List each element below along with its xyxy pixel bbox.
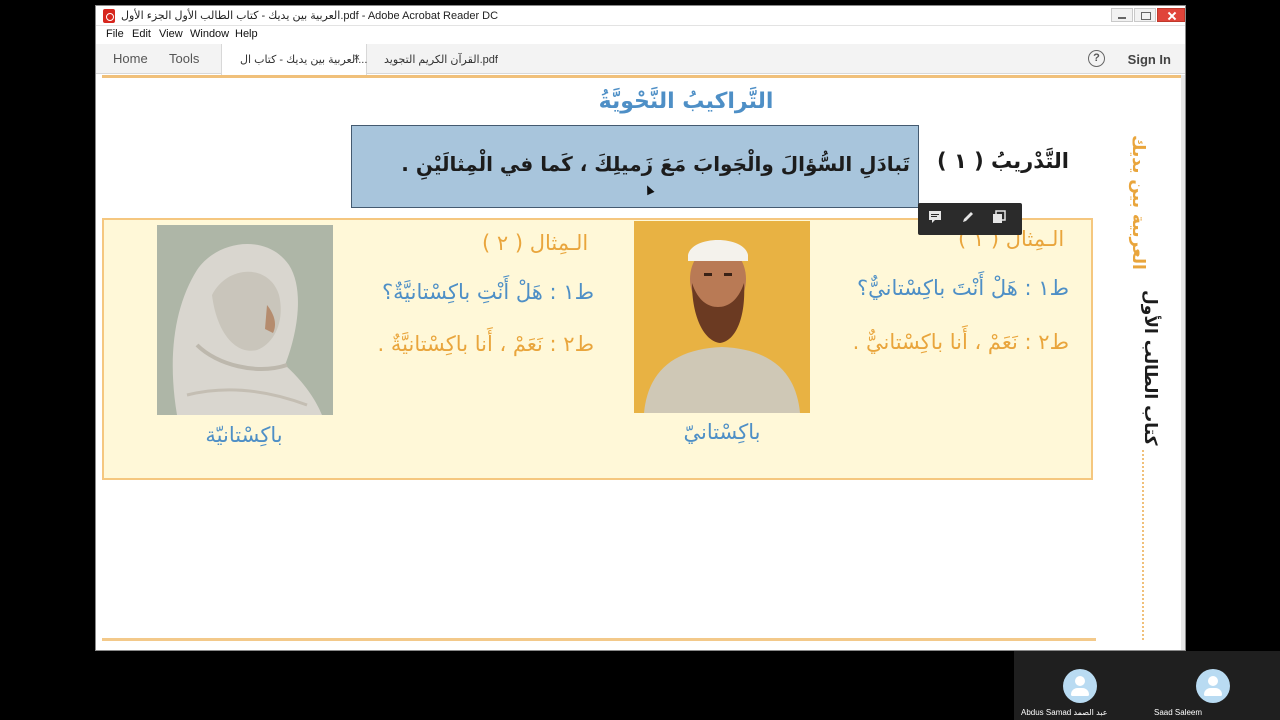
title-bar: العربية بين يديك - كتاب الطالب الأول الج… (96, 6, 1185, 26)
tab-bar: Home Tools العربية بين يديك - كتاب ال...… (96, 44, 1185, 75)
acrobat-icon (103, 9, 115, 23)
example2-question: ط١ : هَلْ أَنْتِ باكِسْتانيَّةٌ؟ (381, 280, 594, 304)
section-heading: التَّراكيبُ النَّحْويَّةُ (598, 89, 774, 114)
menu-file[interactable]: File (106, 28, 124, 40)
participant-tile[interactable]: Saad Saleem (1147, 651, 1280, 720)
acrobat-window: العربية بين يديك - كتاب الطالب الأول الج… (95, 5, 1186, 651)
copy-icon[interactable] (990, 210, 1008, 228)
user-avatar-icon (1196, 669, 1230, 703)
close-tab-icon[interactable]: × (354, 52, 360, 64)
user-avatar-icon (1063, 669, 1097, 703)
page-bottom-border (102, 638, 1096, 641)
menu-help[interactable]: Help (235, 28, 258, 40)
help-icon[interactable]: ? (1088, 50, 1105, 67)
sign-in-button[interactable]: Sign In (1128, 52, 1171, 67)
decorative-dotted-line (1142, 450, 1148, 640)
tab-document-quran[interactable]: القرآن الكريم التجويد.pdf (368, 44, 514, 74)
annotation-toolbar (918, 203, 1022, 235)
menu-view[interactable]: View (159, 28, 183, 40)
meeting-participants-strip: Abdus Samad عبد الصمد Saad Saleem (1014, 651, 1280, 720)
exercise-label: التَّدْريبُ ( ١ ) (937, 149, 1069, 173)
example2-title: الـمِثال ( ٢ ) (482, 231, 589, 255)
menu-window[interactable]: Window (190, 28, 229, 40)
book-title-vertical: العربية بين يديك (1128, 135, 1148, 270)
tab-home[interactable]: Home (113, 51, 148, 66)
participant-name: Saad Saleem (1154, 708, 1203, 717)
participant-tile[interactable]: Abdus Samad عبد الصمد (1014, 651, 1147, 720)
menu-edit[interactable]: Edit (132, 28, 151, 40)
example2-caption: باكِسْتانيّة (205, 423, 283, 447)
maximize-button[interactable] (1134, 8, 1156, 22)
pdf-page: التَّراكيبُ النَّحْويَّةُ التَّدْريبُ ( … (96, 75, 1185, 650)
close-window-button[interactable] (1157, 8, 1185, 22)
tab-tools[interactable]: Tools (169, 51, 199, 66)
page-top-border (102, 75, 1181, 78)
tab-document-label: العربية بين يديك - كتاب ال... (240, 54, 368, 66)
menu-bar: File Edit View Window Help (96, 26, 1185, 44)
woman-photo (157, 225, 333, 415)
man-photo (634, 221, 810, 413)
example2-answer: ط٢ : نَعَمْ ، أَنا باكِسْتانيَّةٌ . (377, 332, 594, 356)
tab-document-label: القرآن الكريم التجويد.pdf (384, 54, 498, 66)
example1-answer: ط٢ : نَعَمْ ، أَنا باكِسْتانيٌّ . (852, 330, 1069, 354)
example1-caption: باكِسْتانيّ (683, 420, 761, 444)
vertical-scrollbar[interactable] (1181, 75, 1185, 650)
example1-question: ط١ : هَلْ أَنْتَ باكِسْتانيٌّ؟ (857, 276, 1069, 300)
highlighted-instruction[interactable]: تَبادَلِ السُّؤالَ والْجَوابَ مَعَ زَميل… (351, 125, 919, 208)
pen-icon[interactable] (959, 210, 977, 228)
book-subtitle-vertical: كتاب الطالب الأول (1140, 290, 1160, 446)
comment-icon[interactable] (926, 210, 944, 228)
tab-document-arabic-book[interactable]: العربية بين يديك - كتاب ال... × (221, 44, 367, 75)
participant-name: Abdus Samad عبد الصمد (1021, 708, 1108, 717)
instruction-text: تَبادَلِ السُّؤالَ والْجَوابَ مَعَ زَميل… (401, 152, 910, 176)
minimize-button[interactable] (1111, 8, 1133, 22)
window-title: العربية بين يديك - كتاب الطالب الأول الج… (121, 10, 499, 22)
